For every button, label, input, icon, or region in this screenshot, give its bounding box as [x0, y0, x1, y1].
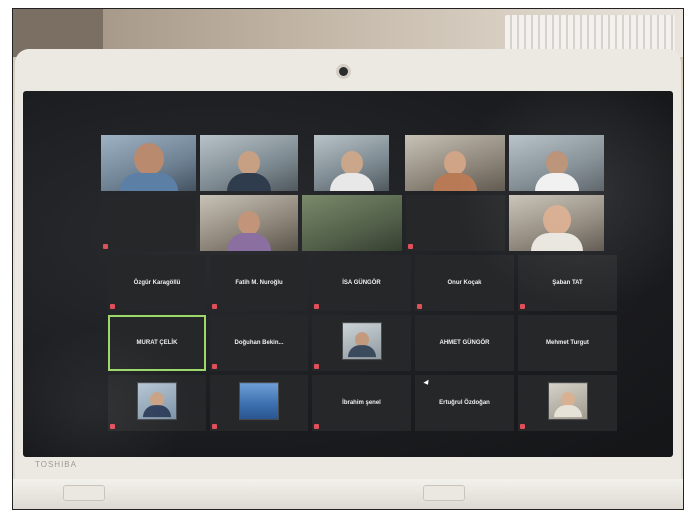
participant-video[interactable] [302, 195, 402, 251]
muted-mic-icon [314, 424, 319, 429]
muted-mic-icon [110, 424, 115, 429]
muted-mic-icon [212, 364, 217, 369]
muted-mic-icon [520, 424, 525, 429]
participant-tile[interactable] [210, 375, 308, 431]
participant-figure [534, 151, 579, 191]
participant-tile[interactable]: İSA GÜNGÖR [312, 255, 411, 311]
participant-video[interactable] [101, 135, 196, 191]
participant-tile[interactable]: Fatih M. Nuroğlu [210, 255, 308, 311]
participant-video[interactable] [314, 135, 389, 191]
participant-name: İSA GÜNGÖR [342, 280, 381, 286]
participant-tile-active-speaker[interactable]: MURAT ÇELİK [108, 315, 206, 371]
participant-figure [227, 151, 271, 191]
webcam-icon [339, 67, 348, 76]
participant-tile[interactable] [312, 315, 411, 371]
participant-photo [341, 322, 382, 361]
participant-video[interactable] [200, 195, 298, 251]
participant-video[interactable] [509, 195, 604, 251]
muted-mic-icon [103, 244, 108, 249]
participant-figure [119, 143, 178, 191]
muted-mic-icon [314, 364, 319, 369]
participant-figure [433, 151, 477, 191]
participant-video[interactable] [200, 135, 298, 191]
participant-name: AHMET GÜNGÖR [439, 340, 490, 346]
participant-video[interactable] [509, 135, 604, 191]
participant-tile[interactable] [108, 375, 206, 431]
participant-figure [530, 205, 583, 251]
participant-name: Onur Koçak [447, 280, 482, 286]
participant-name: Doğuhan Bekin... [234, 340, 284, 346]
participant-video[interactable] [405, 135, 505, 191]
muted-mic-icon [417, 304, 422, 309]
participant-photo [239, 382, 279, 421]
participant-tile[interactable]: İbrahim şenel [312, 375, 411, 431]
participant-name: Mehmet Turgut [546, 340, 589, 346]
participant-tile[interactable] [101, 195, 196, 251]
muted-mic-icon [212, 424, 217, 429]
laptop-base [13, 479, 683, 509]
hinge-right [423, 485, 465, 501]
muted-mic-icon [314, 304, 319, 309]
muted-mic-icon [520, 304, 525, 309]
participant-tile[interactable]: Mehmet Turgut [518, 315, 617, 371]
participant-name: Özgür Karagöllü [133, 280, 181, 286]
hinge-left [63, 485, 105, 501]
laptop-brand: TOSHIBA [35, 460, 77, 469]
participant-name: İbrahim şenel [342, 400, 381, 406]
participant-tile[interactable] [518, 375, 617, 431]
laptop-screen: Özgür Karagöllü Fatih M. Nuroğlu İSA GÜN… [23, 91, 673, 457]
radiator [505, 15, 675, 53]
participant-tile[interactable] [406, 195, 505, 251]
participant-tile[interactable]: Onur Koçak [415, 255, 514, 311]
participant-photo [137, 382, 177, 421]
participant-name: Ertuğrul Özdoğan [439, 400, 490, 406]
participant-figure [329, 151, 374, 191]
muted-mic-icon [212, 304, 217, 309]
participant-tile[interactable]: Doğuhan Bekin... [210, 315, 308, 371]
participant-tile[interactable]: AHMET GÜNGÖR [415, 315, 514, 371]
participant-name: Şaban TAT [552, 280, 583, 286]
participant-photo [547, 382, 588, 421]
participant-name: Fatih M. Nuroğlu [235, 280, 283, 286]
participant-tile[interactable]: Özgür Karagöllü [108, 255, 206, 311]
muted-mic-icon [408, 244, 413, 249]
muted-mic-icon [110, 304, 115, 309]
photo: TOSHIBA Özgür Karagöllü Fatih M. Nuroğlu… [12, 8, 684, 510]
participant-figure [227, 211, 271, 251]
participant-name: MURAT ÇELİK [136, 340, 178, 346]
participant-tile[interactable]: Şaban TAT [518, 255, 617, 311]
